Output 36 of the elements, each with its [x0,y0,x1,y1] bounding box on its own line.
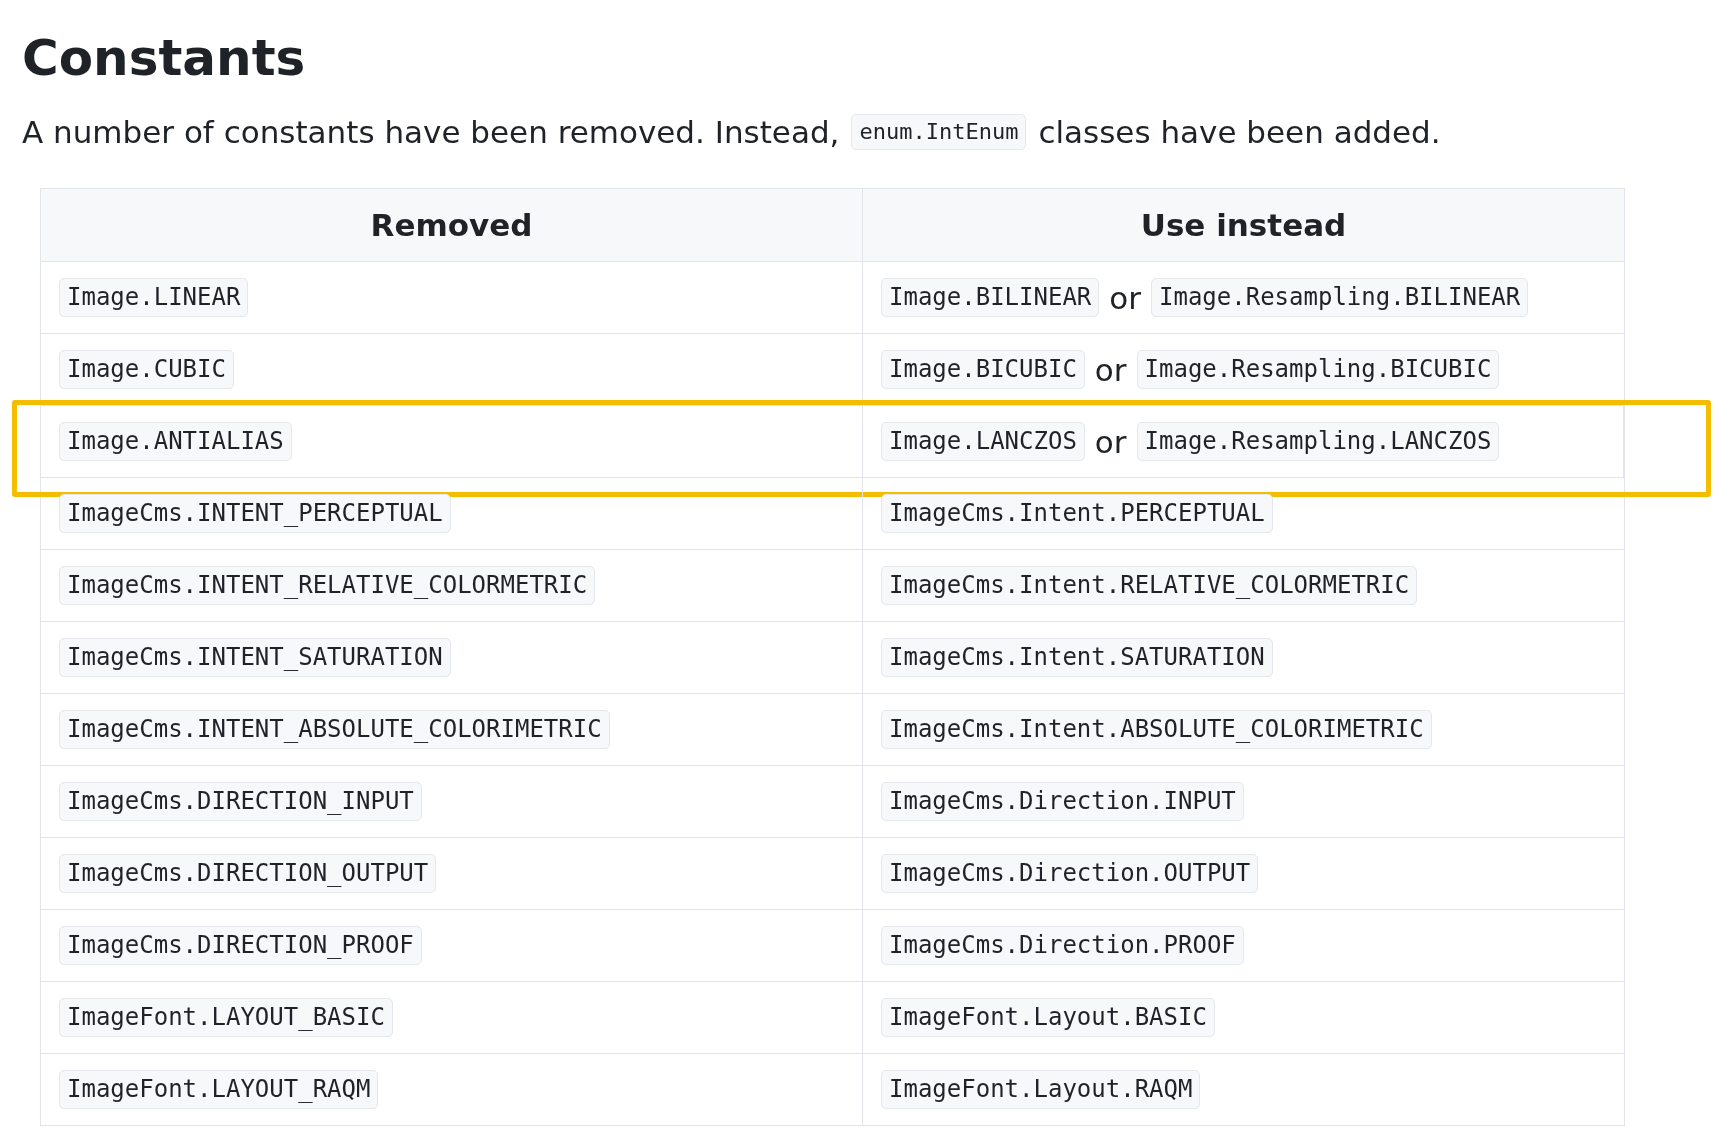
or-text: or [1109,279,1141,316]
inline-code: ImageFont.Layout.BASIC [881,998,1215,1038]
column-header: Use instead [1139,206,1348,246]
inline-code: ImageCms.INTENT_RELATIVE_COLORMETRIC [59,566,596,606]
inline-code: Image.BILINEAR [881,278,1100,318]
inline-code: Image.BICUBIC [881,350,1085,390]
or-text: or [1094,351,1127,388]
inline-code: Image.CUBIC [59,350,234,390]
column-header: Removed [41,189,863,262]
intro-text: A number of constants have been removed. Instead, [22,114,840,151]
inline-code: ImageCms.Direction.OUTPUT [881,854,1259,894]
inline-code: enum.IntEnum [851,114,1027,151]
inline-code: ImageCms.Intent.RELATIVE_COLORMETRIC [881,566,1418,606]
inline-code: Image.LINEAR [59,278,249,318]
inline-code: ImageCms.INTENT_PERCEPTUAL [59,494,451,534]
section-heading: Constants [22,28,307,88]
inline-code: ImageCms.DIRECTION_INPUT [59,782,422,822]
inline-code: Image.Resampling.BICUBIC [1136,350,1500,390]
inline-code: Image.Resampling.BILINEAR [1151,278,1529,318]
inline-code: ImageCms.Direction.PROOF [881,926,1244,966]
or-text: or [1094,423,1127,460]
inline-code: ImageCms.DIRECTION_OUTPUT [59,854,437,894]
inline-code: ImageCms.Intent.SATURATION [881,638,1273,678]
intro-text: classes have been added. [1038,114,1441,151]
inline-code: Image.Resampling.LANCZOS [1136,422,1500,462]
inline-code: ImageCms.INTENT_SATURATION [59,638,451,678]
inline-code: ImageFont.LAYOUT_BASIC [59,998,393,1038]
inline-code: ImageFont.LAYOUT_RAQM [59,1070,379,1110]
inline-code: ImageFont.Layout.RAQM [881,1070,1201,1110]
inline-code: ImageCms.Intent.PERCEPTUAL [881,494,1273,534]
inline-code: ImageCms.DIRECTION_PROOF [59,926,422,966]
inline-code: Image.ANTIALIAS [59,422,292,462]
inline-code: ImageCms.Intent.ABSOLUTE_COLORIMETRIC [881,710,1432,750]
inline-code: ImageCms.Direction.INPUT [881,782,1244,822]
inline-code: ImageCms.INTENT_ABSOLUTE_COLORIMETRIC [59,710,610,750]
inline-code: Image.LANCZOS [881,422,1085,462]
